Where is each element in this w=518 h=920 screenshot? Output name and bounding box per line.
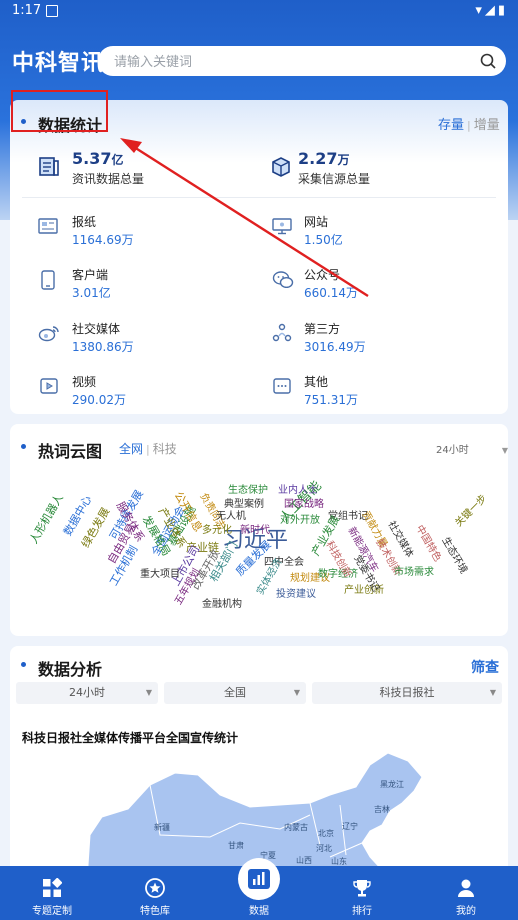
map-label: 北京 [318,829,334,838]
hotwords-tabs: 全网 | 科技 [119,442,177,456]
hotword[interactable]: 无人机 [216,512,246,522]
map-label: 甘肃 [228,841,244,850]
time-filter-dropdown[interactable]: 24小时 ▼ [436,441,508,456]
nav-label: 数据 [249,906,269,917]
hotword[interactable]: 国家战略 [284,500,324,510]
china-map [87,752,423,870]
hotword[interactable]: 典型案例 [224,500,264,510]
hotword[interactable]: 对外开放 [280,516,320,526]
nav-ranking[interactable]: 排行 [322,866,402,920]
chevron-down-icon: ▼ [489,688,496,697]
map-label: 辽宁 [342,822,358,831]
time-filter-value: 24小时 [436,445,469,456]
chevron-down-icon: ▼ [293,688,300,697]
hotword[interactable]: 新时代 [240,526,270,536]
hotword[interactable]: 投资建议 [276,590,316,600]
nav-mine[interactable]: 我的 [426,866,506,920]
hotword[interactable]: 金融机构 [202,600,242,610]
annotation-arrow [120,138,369,298]
hotword[interactable]: 市场需求 [394,568,434,578]
star-icon [145,878,165,898]
hotword[interactable]: 人形机器人 [27,492,66,546]
bottom-nav: 专题定制 特色库 数据 排行 我的 [0,858,518,920]
chevron-down-icon: ▼ [501,446,509,455]
section-dot [21,444,26,449]
map-label: 吉林 [374,805,390,814]
nav-label: 特色库 [140,906,170,917]
hotword[interactable]: 多元化 [202,526,232,536]
dropdown-value: 科技日报社 [379,686,435,699]
hotword[interactable]: 业内人士 [278,486,318,496]
filter-button[interactable]: 筛查 [471,657,499,677]
nav-topic-custom[interactable]: 专题定制 [12,866,92,920]
dropdown-source[interactable]: 科技日报社 ▼ [312,682,502,704]
dropdown-value: 全国 [224,686,246,699]
nav-label: 我的 [456,906,476,917]
hotword[interactable]: 重大项目 [140,570,180,580]
dropdown-region[interactable]: 全国 ▼ [164,682,306,704]
chart-icon [248,869,270,889]
hotword[interactable]: 中国特色 [413,524,443,564]
chevron-down-icon: ▼ [145,688,152,697]
word-cloud: 习近平 人工智能 产业链 四中全会 质量发展 相关部门 改革开放 上市公司 重大项目 基础设施 全国… [10,470,508,630]
hotword[interactable]: 生态环境 [439,536,469,576]
hotword[interactable]: 生态保护 [228,486,268,496]
analysis-title: 数据分析 [38,660,103,679]
trophy-icon [353,880,371,897]
nav-featured-library[interactable]: 特色库 [115,866,195,920]
map-label: 山西 [296,856,312,865]
section-dot [21,662,26,667]
map-label: 内蒙古 [284,823,308,832]
grid-icon [43,878,62,897]
dropdown-value: 24小时 [69,686,105,699]
tab-all-web[interactable]: 全网 [119,442,143,456]
nav-data[interactable]: 数据 [219,858,299,920]
tab-tech[interactable]: 科技 [153,442,177,456]
user-icon [458,879,474,897]
dropdown-time[interactable]: 24小时 ▼ [16,682,158,704]
map-label: 新疆 [154,823,170,832]
map-label: 河北 [316,844,332,853]
nav-label: 专题定制 [32,906,72,917]
nav-label: 排行 [352,906,372,917]
map-title: 科技日报社全媒体传播平台全国宣传统计 [22,731,239,745]
hotwords-title: 热词云图 [38,442,103,461]
map-label: 黑龙江 [380,780,404,789]
hotword[interactable]: 关键一步 [453,493,489,529]
